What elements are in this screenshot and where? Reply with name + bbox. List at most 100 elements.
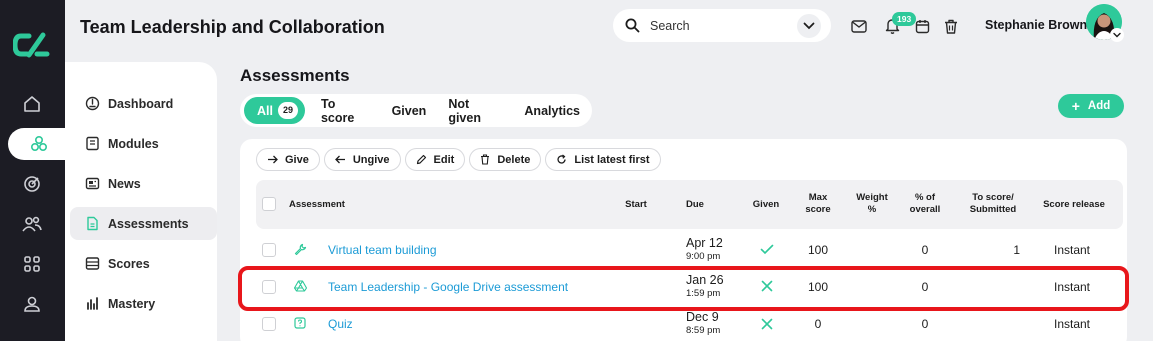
assessment-tabs: All 29 To score Given Not given Analytic… [240, 94, 592, 127]
row-checkbox[interactable] [262, 243, 276, 257]
rail-home-icon[interactable] [12, 89, 52, 119]
percent-overall-cell: 0 [921, 243, 929, 257]
action-toolbar: Give Ungive Edit Delete List latest firs… [256, 148, 665, 171]
sidebar-item-label: Modules [108, 136, 159, 151]
due-cell: Apr 12 9:00 pm [686, 236, 723, 262]
user-name[interactable]: Stephanie Brown [985, 18, 1087, 32]
sidebar-item-label: Scores [108, 256, 150, 271]
percent-overall-cell: 0 [921, 317, 929, 331]
score-release-cell: Instant [1053, 317, 1091, 331]
wrench-icon [294, 243, 307, 256]
search-dropdown-button[interactable] [797, 13, 821, 38]
assessment-link[interactable]: Quiz [328, 317, 353, 331]
cross-icon[interactable] [761, 318, 773, 330]
table-row[interactable]: Quiz Dec 9 8:59 pm 0 0 Instant [256, 306, 1123, 341]
tab-all[interactable]: All 29 [244, 97, 305, 124]
mail-icon[interactable] [850, 17, 868, 35]
refresh-icon [557, 154, 567, 164]
pencil-icon [416, 154, 426, 165]
give-button[interactable]: Give [256, 148, 320, 171]
sidebar-item-dashboard[interactable]: Dashboard [70, 87, 217, 120]
quiz-icon [294, 317, 306, 329]
arrow-left-icon [334, 155, 345, 164]
delete-button[interactable]: Delete [469, 148, 542, 171]
column-header-score-release[interactable]: Score release [1034, 199, 1114, 211]
sidebar-item-label: Dashboard [108, 96, 174, 111]
search-input[interactable]: Search [650, 19, 797, 33]
dashboard-icon [85, 96, 100, 111]
due-time: 8:59 pm [686, 325, 721, 336]
max-score-cell: 0 [814, 317, 822, 331]
bar-chart-icon [87, 297, 98, 310]
to-score-cell: 1 [1013, 243, 1020, 257]
table-row[interactable]: Virtual team building Apr 12 9:00 pm 100… [256, 232, 1123, 268]
due-date: Apr 12 [686, 236, 723, 250]
chevron-down-icon [1113, 32, 1121, 38]
tab-analytics[interactable]: Analytics [514, 97, 590, 124]
newspaper-icon [85, 177, 100, 190]
book-icon [86, 136, 99, 151]
chevron-down-icon [803, 22, 815, 29]
file-icon [87, 216, 98, 231]
column-header-max-score[interactable]: Max score [796, 192, 840, 216]
ungive-label: Ungive [352, 153, 390, 166]
list-icon [85, 257, 100, 270]
due-cell: Dec 9 8:59 pm [686, 310, 720, 336]
rail-target-icon[interactable] [12, 169, 52, 199]
search-bar[interactable]: Search [613, 9, 831, 42]
tab-not-given[interactable]: Not given [438, 97, 512, 125]
column-header-assessment[interactable]: Assessment [289, 199, 345, 211]
trash-icon [481, 154, 490, 165]
give-label: Give [285, 153, 309, 166]
score-release-cell: Instant [1053, 243, 1091, 257]
tab-given[interactable]: Given [382, 97, 437, 124]
arrow-right-icon [268, 155, 278, 164]
rail-grid-icon[interactable] [12, 249, 52, 279]
delete-label: Delete [497, 153, 531, 166]
sidebar-item-label: News [108, 176, 141, 191]
max-score-cell: 100 [807, 243, 829, 257]
app-rail [0, 0, 70, 341]
calendar-icon[interactable] [913, 17, 931, 35]
add-button-label: Add [1087, 100, 1111, 112]
page-title: Assessments [240, 66, 350, 85]
sidebar-item-assessments[interactable]: Assessments [70, 207, 217, 240]
tab-label: All [257, 103, 273, 118]
course-sidebar: Dashboard Modules News Assessments Score… [65, 62, 217, 341]
due-time: 9:00 pm [686, 251, 721, 262]
sort-label: List latest first [574, 153, 650, 166]
edit-button[interactable]: Edit [404, 148, 466, 171]
sidebar-item-scores[interactable]: Scores [70, 247, 217, 280]
plus-icon: + [1071, 98, 1080, 114]
row-highlight-box [238, 266, 1129, 311]
sidebar-item-mastery[interactable]: Mastery [70, 287, 217, 320]
assessment-link[interactable]: Virtual team building [328, 243, 437, 257]
rail-people-icon[interactable] [12, 209, 52, 239]
page-header-title: Team Leadership and Collaboration [80, 17, 385, 37]
sidebar-item-news[interactable]: News [70, 167, 217, 200]
column-header-weight[interactable]: Weight % [850, 192, 894, 216]
search-icon [625, 18, 640, 33]
sidebar-item-label: Mastery [108, 296, 156, 311]
sidebar-item-modules[interactable]: Modules [70, 127, 217, 160]
tab-count-badge: 29 [277, 102, 298, 119]
column-header-due[interactable]: Due [673, 199, 717, 211]
rail-modules-icon[interactable] [8, 128, 70, 160]
select-all-checkbox[interactable] [262, 197, 276, 211]
column-header-given[interactable]: Given [744, 199, 788, 211]
row-checkbox[interactable] [262, 317, 276, 331]
avatar-menu-chevron[interactable] [1110, 28, 1124, 42]
rail-person-icon[interactable] [12, 289, 52, 319]
app-logo[interactable] [13, 31, 51, 59]
sidebar-item-label: Assessments [108, 216, 189, 231]
column-header-to-score[interactable]: To score/ Submitted [962, 192, 1024, 216]
ungive-button[interactable]: Ungive [323, 148, 401, 171]
sort-button[interactable]: List latest first [545, 148, 661, 171]
trash-icon[interactable] [942, 17, 960, 35]
column-header-percent-overall[interactable]: % of overall [902, 192, 948, 216]
column-header-start[interactable]: Start [614, 199, 658, 211]
due-date: Dec 9 [686, 310, 719, 324]
tab-to-score[interactable]: To score [311, 97, 380, 125]
check-icon[interactable] [760, 244, 774, 255]
add-button[interactable]: + Add [1058, 94, 1124, 118]
